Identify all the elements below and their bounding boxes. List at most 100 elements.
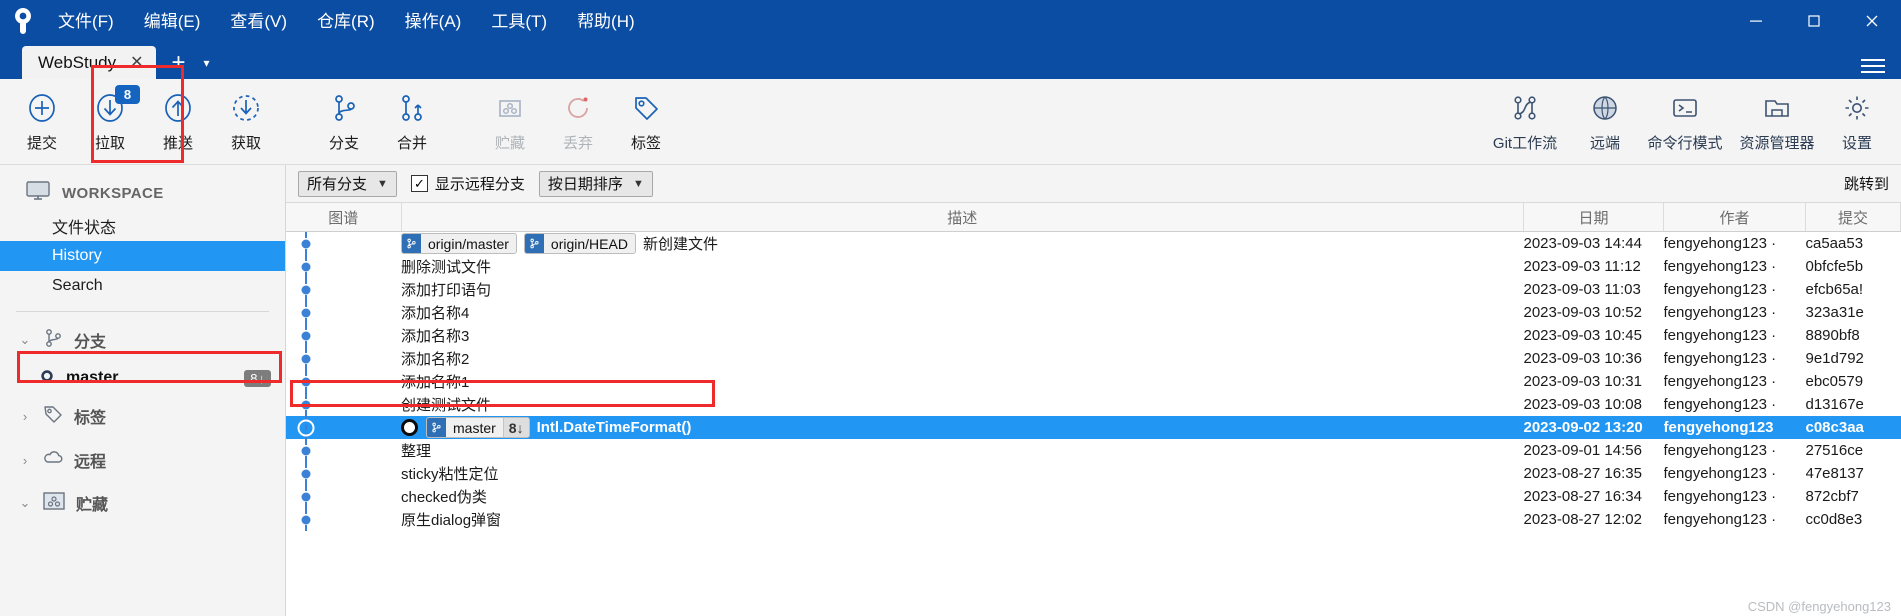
commit-graph-cell: [286, 485, 401, 508]
watermark-text: CSDN @fengyehong123: [1747, 599, 1891, 614]
commit-author-cell: fengyehong123: [1663, 416, 1806, 439]
table-row[interactable]: 整理 2023-09-01 14:56 fengyehong123 · 27516ce: [286, 439, 1901, 462]
tab-list-chevron-down-icon[interactable]: ▾: [204, 56, 210, 70]
show-remote-branches-checkbox[interactable]: ✓ 显示远程分支: [410, 173, 525, 194]
graph-node-dot: [297, 419, 315, 436]
column-header-date[interactable]: 日期: [1523, 203, 1664, 232]
commit-graph-cell: [286, 255, 401, 278]
minimize-icon[interactable]: [1727, 0, 1785, 42]
graph-node-dot: [301, 331, 311, 340]
menu-tools[interactable]: 工具(T): [479, 9, 559, 34]
table-row[interactable]: origin/master origin/HEAD 新创建文件 2023-09-03 …: [286, 232, 1901, 256]
menu-file[interactable]: 文件(F): [46, 9, 126, 34]
new-tab-button[interactable]: +: [172, 51, 186, 75]
sidebar-item-history[interactable]: History: [0, 241, 285, 271]
toolbar-gitflow-button[interactable]: Git工作流: [1479, 79, 1571, 164]
commit-author-cell: fengyehong123 ·: [1663, 281, 1777, 298]
tab-label: WebStudy: [38, 52, 117, 72]
table-row[interactable]: 原生dialog弹窗 2023-08-27 12:02 fengyehong123 …: [286, 508, 1901, 531]
maximize-icon[interactable]: [1785, 0, 1843, 42]
toolbar-push-button[interactable]: 推送: [144, 79, 212, 164]
tab-close-icon[interactable]: ✕: [130, 54, 143, 71]
commit-table-wrapper[interactable]: 图谱 描述 日期 作者 提交 origin/master origin/HEAD 新…: [286, 203, 1901, 616]
jump-to-label[interactable]: 跳转到: [1844, 173, 1889, 194]
commit-date-cell: 2023-08-27 12:02: [1523, 511, 1642, 528]
commit-description-cell: origin/master origin/HEAD 新创建文件: [401, 232, 1524, 256]
tag-icon: [42, 403, 64, 429]
table-row[interactable]: 添加名称4 2023-09-03 10:52 fengyehong123 · 323a…: [286, 301, 1901, 324]
sidebar-master-count-arrow: ↓: [258, 370, 266, 386]
toolbar-discard-label: 丢弃: [562, 134, 593, 152]
toolbar-merge-button[interactable]: 合并: [378, 79, 446, 164]
commit-date-cell: 2023-09-03 11:03: [1523, 281, 1641, 298]
branch-filter-dropdown[interactable]: 所有分支 ▼: [298, 170, 397, 197]
sidebar-group-remotes[interactable]: › 远程: [0, 438, 285, 482]
commit-description-cell: 添加名称3: [401, 324, 1524, 347]
chevron-right-icon[interactable]: ›: [18, 453, 32, 468]
commit-graph-cell: [286, 416, 401, 439]
cloud-icon: [42, 447, 64, 473]
close-icon[interactable]: [1843, 0, 1901, 42]
toolbar-right-group: Git工作流 远端 命令行模式 资源管理器 设置: [1479, 79, 1901, 164]
menu-actions[interactable]: 操作(A): [393, 9, 474, 34]
window-controls: [1727, 0, 1901, 42]
sort-value: 按日期排序: [547, 176, 623, 193]
column-header-commit[interactable]: 提交: [1805, 203, 1901, 232]
commit-graph-cell: [286, 301, 401, 324]
sidebar-branch-master-label: master: [66, 369, 119, 386]
column-header-author[interactable]: 作者: [1663, 203, 1806, 232]
sidebar-group-stashes[interactable]: ⌄ 贮藏: [0, 482, 285, 524]
toolbar-fetch-button[interactable]: 获取: [212, 79, 280, 164]
chevron-down-icon[interactable]: ⌄: [18, 495, 32, 511]
commit-description-cell: 删除测试文件: [401, 255, 1524, 278]
toolbar-terminal-button[interactable]: 命令行模式: [1639, 79, 1731, 164]
sidebar-branch-master[interactable]: master 8 ↓: [0, 362, 285, 394]
sidebar-group-tags[interactable]: › 标签: [0, 394, 285, 438]
column-header-graph[interactable]: 图谱: [286, 203, 402, 232]
tab-webstudy[interactable]: WebStudy ✕: [22, 46, 156, 79]
commit-description-cell: master 8↓ Intl.DateTimeFormat(): [401, 416, 1524, 439]
commit-date-cell: 2023-09-03 14:44: [1523, 235, 1642, 252]
table-row[interactable]: master 8↓ Intl.DateTimeFormat() 2023-09-02 …: [286, 416, 1901, 439]
toolbar-branch-button[interactable]: 分支: [310, 79, 378, 164]
commit-message: 添加名称3: [401, 328, 470, 345]
table-row[interactable]: 删除测试文件 2023-09-03 11:12 fengyehong123 · 0bf…: [286, 255, 1901, 278]
menu-view[interactable]: 查看(V): [218, 9, 299, 34]
toolbar-remote-label: 远端: [1589, 134, 1620, 152]
ref-label[interactable]: origin/HEAD: [523, 233, 636, 254]
column-header-description[interactable]: 描述: [401, 203, 1524, 232]
chevron-down-icon[interactable]: ⌄: [18, 332, 32, 348]
table-row[interactable]: 添加名称3 2023-09-03 10:45 fengyehong123 · 8890…: [286, 324, 1901, 347]
toolbar-stash-button[interactable]: 贮藏: [476, 79, 544, 164]
commit-date-cell: 2023-08-27 16:34: [1523, 488, 1642, 505]
menu-repository[interactable]: 仓库(R): [305, 9, 387, 34]
sidebar-item-search[interactable]: Search: [0, 271, 285, 301]
toolbar-tag-button[interactable]: 标签: [612, 79, 680, 164]
commit-date-cell: 2023-09-03 10:52: [1523, 304, 1642, 321]
toolbar-explorer-button[interactable]: 资源管理器: [1731, 79, 1823, 164]
commit-hash-cell: efcb65a!: [1805, 281, 1864, 298]
ref-label[interactable]: origin/master: [401, 233, 517, 254]
sidebar-item-file-status[interactable]: 文件状态: [0, 211, 285, 241]
toolbar-discard-button[interactable]: 丢弃: [544, 79, 612, 164]
table-row[interactable]: checked伪类 2023-08-27 16:34 fengyehong123 ·…: [286, 485, 1901, 508]
table-row[interactable]: 创建测试文件 2023-09-03 10:08 fengyehong123 · d13…: [286, 393, 1901, 416]
toolbar-remote-button[interactable]: 远端: [1571, 79, 1639, 164]
table-row[interactable]: 添加打印语句 2023-09-03 11:03 fengyehong123 · efc…: [286, 278, 1901, 301]
pull-down-circle-icon: 8: [94, 84, 140, 125]
toolbar-settings-button[interactable]: 设置: [1823, 79, 1891, 164]
hamburger-menu-icon[interactable]: [1861, 59, 1885, 73]
toolbar-commit-button[interactable]: 提交: [8, 79, 76, 164]
menu-edit[interactable]: 编辑(E): [132, 9, 213, 34]
table-row[interactable]: 添加名称2 2023-09-03 10:36 fengyehong123 · 9e1d…: [286, 347, 1901, 370]
sort-dropdown[interactable]: 按日期排序 ▼: [538, 170, 653, 197]
table-row[interactable]: 添加名称1 2023-09-03 10:31 fengyehong123 · ebc0…: [286, 370, 1901, 393]
table-row[interactable]: sticky粘性定位 2023-08-27 16:35 fengyehong123 …: [286, 462, 1901, 485]
sidebar-group-branches[interactable]: ⌄ 分支: [0, 318, 285, 362]
commit-hash-cell: 47e8137: [1805, 465, 1864, 482]
menu-help[interactable]: 帮助(H): [565, 9, 647, 34]
commit-graph-cell: [286, 462, 401, 485]
toolbar-pull-button[interactable]: 8 拉取: [76, 79, 144, 164]
ref-label[interactable]: master 8↓: [426, 417, 530, 438]
chevron-right-icon[interactable]: ›: [18, 409, 32, 424]
